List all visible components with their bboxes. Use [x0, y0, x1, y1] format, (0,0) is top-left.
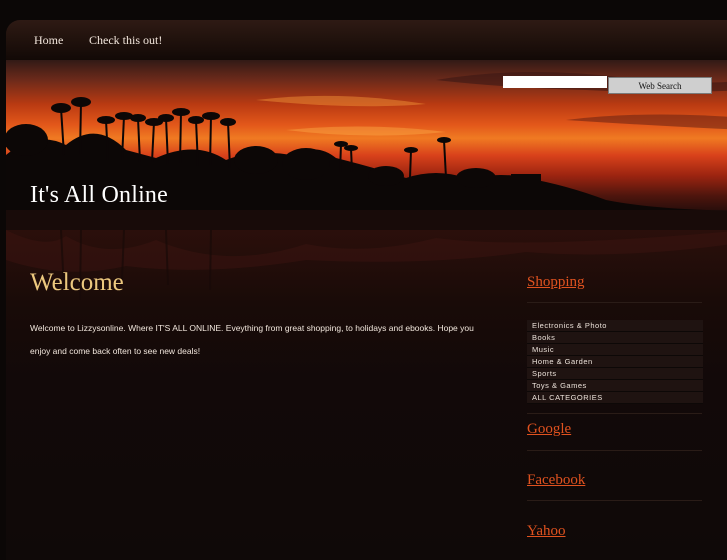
sidebar-divider — [527, 302, 702, 303]
sidebar-divider — [527, 500, 702, 501]
shopping-category-all[interactable]: ALL CATEGORIES — [527, 392, 703, 404]
shopping-category-home-garden[interactable]: Home & Garden — [527, 356, 703, 368]
yahoo-link[interactable]: Yahoo — [527, 523, 566, 540]
search-input[interactable] — [503, 76, 607, 88]
nav-check-this-out-link[interactable]: Check this out! — [89, 33, 162, 48]
web-search-button[interactable]: Web Search — [608, 77, 712, 94]
shopping-category-toys-games[interactable]: Toys & Games — [527, 380, 703, 392]
welcome-paragraph: Welcome to Lizzysonline. Where IT'S ALL … — [30, 323, 474, 356]
shopping-category-music[interactable]: Music — [527, 344, 703, 356]
shopping-category-sports[interactable]: Sports — [527, 368, 703, 380]
site-title: It's All Online — [30, 182, 168, 208]
welcome-heading: Welcome — [30, 269, 124, 296]
shopping-link[interactable]: Shopping — [527, 274, 585, 291]
top-navigation: Home Check this out! — [6, 20, 727, 60]
shopping-category-list: Electronics & Photo Books Music Home & G… — [527, 320, 703, 404]
facebook-link[interactable]: Facebook — [527, 472, 585, 489]
page-frame: Home Check this out! It's All Online Web… — [6, 20, 727, 560]
nav-home-link[interactable]: Home — [34, 33, 63, 48]
header-banner: It's All Online Web Search — [6, 60, 727, 230]
shopping-category-electronics[interactable]: Electronics & Photo — [527, 320, 703, 332]
shopping-category-books[interactable]: Books — [527, 332, 703, 344]
sidebar-divider — [527, 450, 702, 451]
sidebar-divider — [527, 413, 702, 414]
google-link[interactable]: Google — [527, 421, 571, 438]
